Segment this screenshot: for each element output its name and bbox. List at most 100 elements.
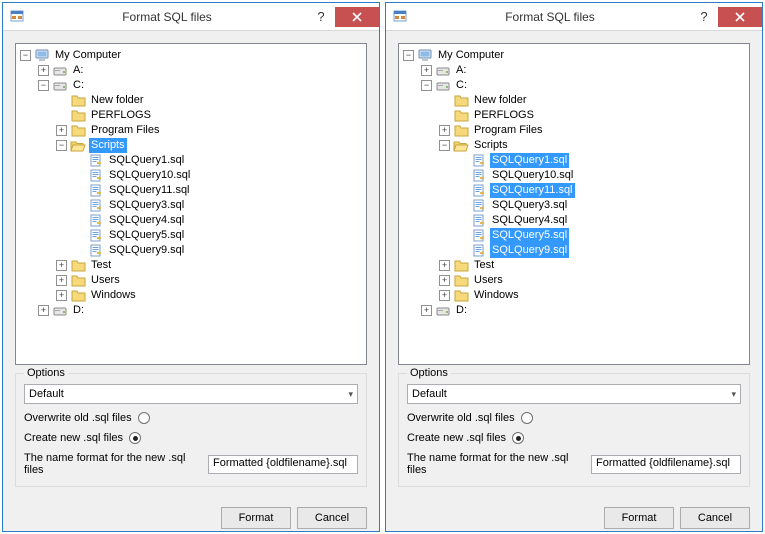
tree-node-label[interactable]: Scripts bbox=[89, 138, 127, 153]
tree-row[interactable]: SQLQuery9.sql bbox=[20, 243, 364, 258]
collapse-icon[interactable]: − bbox=[38, 80, 49, 91]
name-format-input[interactable]: Formatted {oldfilename}.sql bbox=[208, 455, 358, 474]
tree-node-label[interactable]: A: bbox=[71, 63, 85, 78]
tree-row[interactable]: SQLQuery3.sql bbox=[403, 198, 747, 213]
expand-icon[interactable]: + bbox=[421, 305, 432, 316]
title-bar[interactable]: Format SQL files ? bbox=[386, 3, 762, 31]
collapse-icon[interactable]: − bbox=[56, 140, 67, 151]
expand-icon[interactable]: + bbox=[421, 65, 432, 76]
tree-row[interactable]: + D: bbox=[403, 303, 747, 318]
tree-row[interactable]: + Users bbox=[20, 273, 364, 288]
overwrite-radio[interactable] bbox=[521, 412, 533, 424]
tree-row[interactable]: SQLQuery5.sql bbox=[20, 228, 364, 243]
tree-row[interactable]: SQLQuery10.sql bbox=[20, 168, 364, 183]
tree-row[interactable]: −My Computer bbox=[20, 48, 364, 63]
options-profile-select[interactable]: Default ▾ bbox=[407, 384, 741, 404]
tree-node-label[interactable]: My Computer bbox=[436, 48, 506, 63]
tree-node-label[interactable]: SQLQuery4.sql bbox=[107, 213, 186, 228]
collapse-icon[interactable]: − bbox=[403, 50, 414, 61]
name-format-input[interactable]: Formatted {oldfilename}.sql bbox=[591, 455, 741, 474]
tree-node-label[interactable]: SQLQuery10.sql bbox=[107, 168, 192, 183]
tree-row[interactable]: + Program Files bbox=[20, 123, 364, 138]
tree-node-label[interactable]: Program Files bbox=[472, 123, 544, 138]
tree-node-label[interactable]: New folder bbox=[472, 93, 529, 108]
folder-tree[interactable]: −My Computer + A: − C:New folderPERFLOGS + Pro… bbox=[20, 48, 364, 318]
tree-node-label[interactable]: D: bbox=[71, 303, 86, 318]
help-button[interactable]: ? bbox=[690, 7, 718, 27]
tree-row[interactable]: + Users bbox=[403, 273, 747, 288]
tree-node-label[interactable]: PERFLOGS bbox=[89, 108, 153, 123]
tree-row[interactable]: − Scripts bbox=[20, 138, 364, 153]
title-bar[interactable]: Format SQL files ? bbox=[3, 3, 379, 31]
tree-node-label[interactable]: SQLQuery5.sql bbox=[107, 228, 186, 243]
tree-node-label[interactable]: SQLQuery3.sql bbox=[107, 198, 186, 213]
tree-row[interactable]: SQLQuery4.sql bbox=[403, 213, 747, 228]
tree-row[interactable]: PERFLOGS bbox=[403, 108, 747, 123]
tree-row[interactable]: SQLQuery11.sql bbox=[20, 183, 364, 198]
collapse-icon[interactable]: − bbox=[439, 140, 450, 151]
expand-icon[interactable]: + bbox=[439, 275, 450, 286]
tree-row[interactable]: SQLQuery11.sql bbox=[403, 183, 747, 198]
tree-node-label[interactable]: SQLQuery3.sql bbox=[490, 198, 569, 213]
tree-row[interactable]: + A: bbox=[20, 63, 364, 78]
tree-row[interactable]: +Windows bbox=[403, 288, 747, 303]
overwrite-radio[interactable] bbox=[138, 412, 150, 424]
format-button[interactable]: Format bbox=[604, 507, 674, 529]
expand-icon[interactable]: + bbox=[56, 125, 67, 136]
cancel-button[interactable]: Cancel bbox=[680, 507, 750, 529]
tree-row[interactable]: − My Computer bbox=[403, 48, 747, 63]
tree-node-label[interactable]: Scripts bbox=[472, 138, 510, 153]
tree-row[interactable]: New folder bbox=[20, 93, 364, 108]
tree-node-label[interactable]: D: bbox=[454, 303, 469, 318]
tree-node-label[interactable]: PERFLOGS bbox=[472, 108, 536, 123]
tree-node-label[interactable]: C: bbox=[71, 78, 86, 93]
expand-icon[interactable]: + bbox=[56, 260, 67, 271]
tree-node-label[interactable]: Test bbox=[89, 258, 113, 273]
tree-node-label[interactable]: SQLQuery5.sql bbox=[490, 228, 569, 243]
tree-row[interactable]: + D: bbox=[20, 303, 364, 318]
tree-node-label[interactable]: SQLQuery1.sql bbox=[490, 153, 569, 168]
tree-node-label[interactable]: SQLQuery9.sql bbox=[490, 243, 569, 258]
tree-node-label[interactable]: A: bbox=[454, 63, 468, 78]
expand-icon[interactable]: + bbox=[439, 290, 450, 301]
expand-icon[interactable]: + bbox=[38, 65, 49, 76]
tree-node-label[interactable]: Windows bbox=[89, 288, 138, 303]
tree-row[interactable]: PERFLOGS bbox=[20, 108, 364, 123]
tree-row[interactable]: − Scripts bbox=[403, 138, 747, 153]
tree-row[interactable]: New folder bbox=[403, 93, 747, 108]
tree-row[interactable]: − C: bbox=[20, 78, 364, 93]
tree-row[interactable]: SQLQuery10.sql bbox=[403, 168, 747, 183]
cancel-button[interactable]: Cancel bbox=[297, 507, 367, 529]
tree-node-label[interactable]: SQLQuery1.sql bbox=[107, 153, 186, 168]
tree-row[interactable]: SQLQuery3.sql bbox=[20, 198, 364, 213]
tree-row[interactable]: + Test bbox=[403, 258, 747, 273]
expand-icon[interactable]: + bbox=[38, 305, 49, 316]
tree-row[interactable]: SQLQuery9.sql bbox=[403, 243, 747, 258]
tree-node-label[interactable]: Program Files bbox=[89, 123, 161, 138]
tree-node-label[interactable]: SQLQuery10.sql bbox=[490, 168, 575, 183]
options-profile-select[interactable]: Default ▾ bbox=[24, 384, 358, 404]
expand-icon[interactable]: + bbox=[56, 290, 67, 301]
tree-node-label[interactable]: Users bbox=[89, 273, 122, 288]
collapse-icon[interactable]: − bbox=[20, 50, 31, 61]
tree-row[interactable]: SQLQuery5.sql bbox=[403, 228, 747, 243]
tree-row[interactable]: + Test bbox=[20, 258, 364, 273]
expand-icon[interactable]: + bbox=[56, 275, 67, 286]
collapse-icon[interactable]: − bbox=[421, 80, 432, 91]
tree-node-label[interactable]: SQLQuery11.sql bbox=[490, 183, 575, 198]
tree-row[interactable]: SQLQuery1.sql bbox=[403, 153, 747, 168]
tree-row[interactable]: + A: bbox=[403, 63, 747, 78]
expand-icon[interactable]: + bbox=[439, 125, 450, 136]
expand-icon[interactable]: + bbox=[439, 260, 450, 271]
tree-node-label[interactable]: Test bbox=[472, 258, 496, 273]
create-new-radio[interactable] bbox=[512, 432, 524, 444]
help-button[interactable]: ? bbox=[307, 7, 335, 27]
format-button[interactable]: Format bbox=[221, 507, 291, 529]
tree-node-label[interactable]: C: bbox=[454, 78, 469, 93]
tree-node-label[interactable]: Users bbox=[472, 273, 505, 288]
tree-node-label[interactable]: SQLQuery11.sql bbox=[107, 183, 192, 198]
create-new-radio[interactable] bbox=[129, 432, 141, 444]
tree-node-label[interactable]: SQLQuery9.sql bbox=[107, 243, 186, 258]
tree-row[interactable]: SQLQuery4.sql bbox=[20, 213, 364, 228]
tree-node-label[interactable]: SQLQuery4.sql bbox=[490, 213, 569, 228]
